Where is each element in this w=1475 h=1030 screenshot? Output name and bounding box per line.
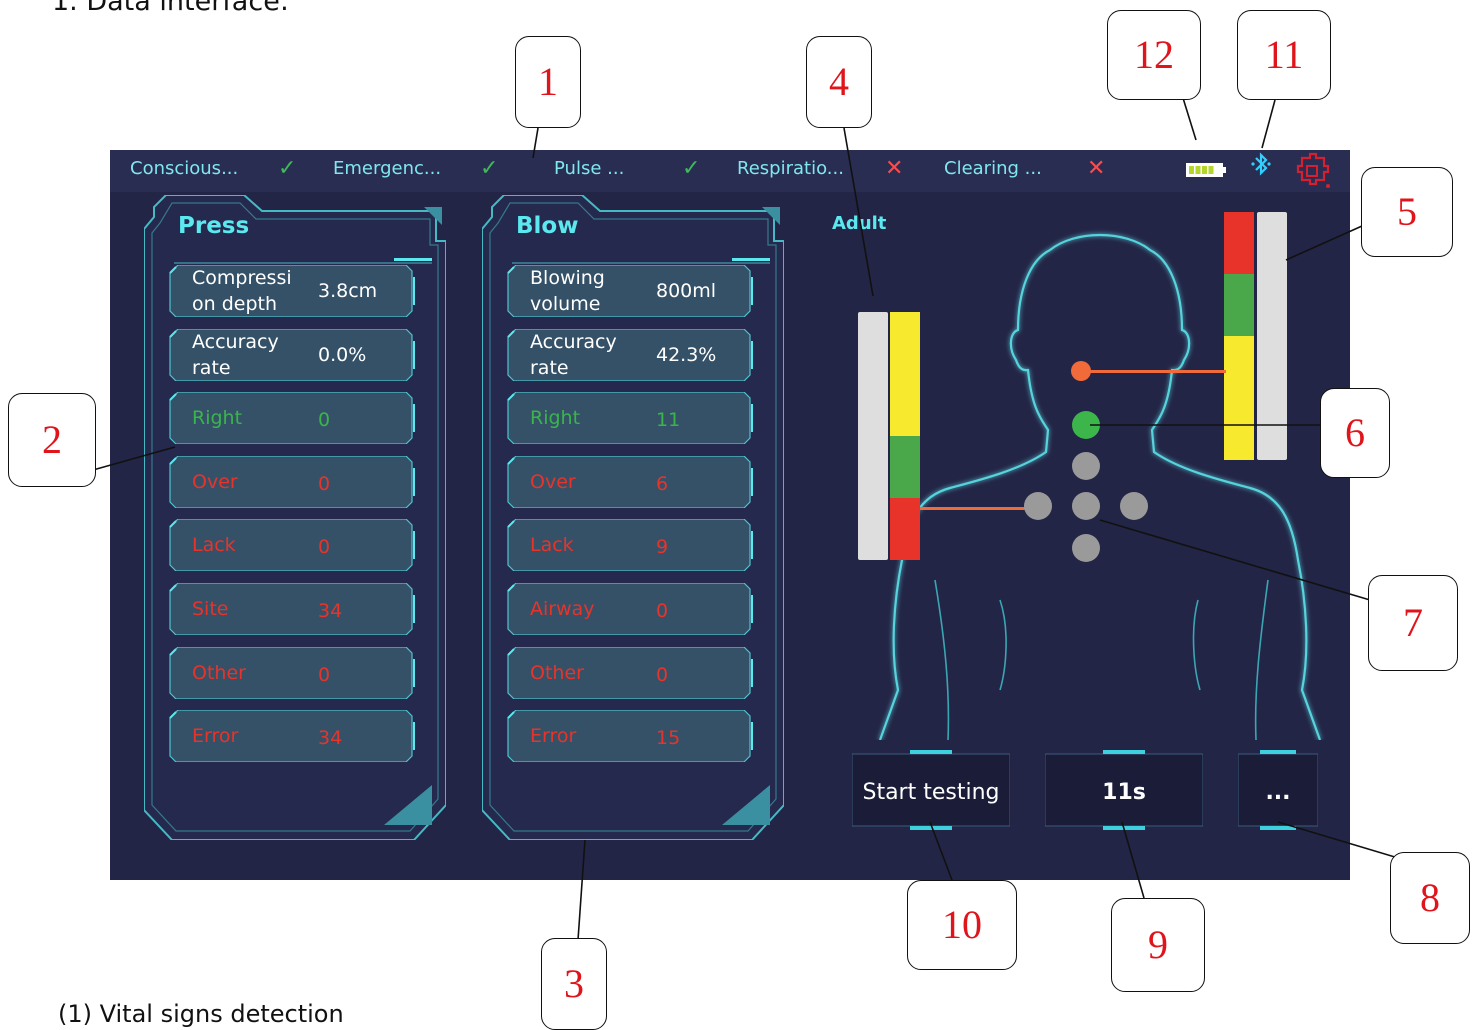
callout-11: 11	[1237, 10, 1331, 100]
callout-leaders	[92, 97, 1406, 941]
callout-5: 5	[1361, 167, 1453, 257]
callout-7: 7	[1368, 575, 1458, 671]
callout-9: 9	[1111, 898, 1205, 992]
callout-12: 12	[1107, 10, 1201, 100]
document-footer: (1) Vital signs detection	[58, 1000, 344, 1028]
callout-10: 10	[907, 880, 1017, 970]
callout-2: 2	[8, 393, 96, 487]
callout-1: 1	[515, 36, 581, 128]
callout-4: 4	[806, 36, 872, 128]
callout-8: 8	[1390, 852, 1470, 944]
callout-6: 6	[1320, 388, 1390, 478]
callout-3: 3	[541, 938, 607, 1030]
